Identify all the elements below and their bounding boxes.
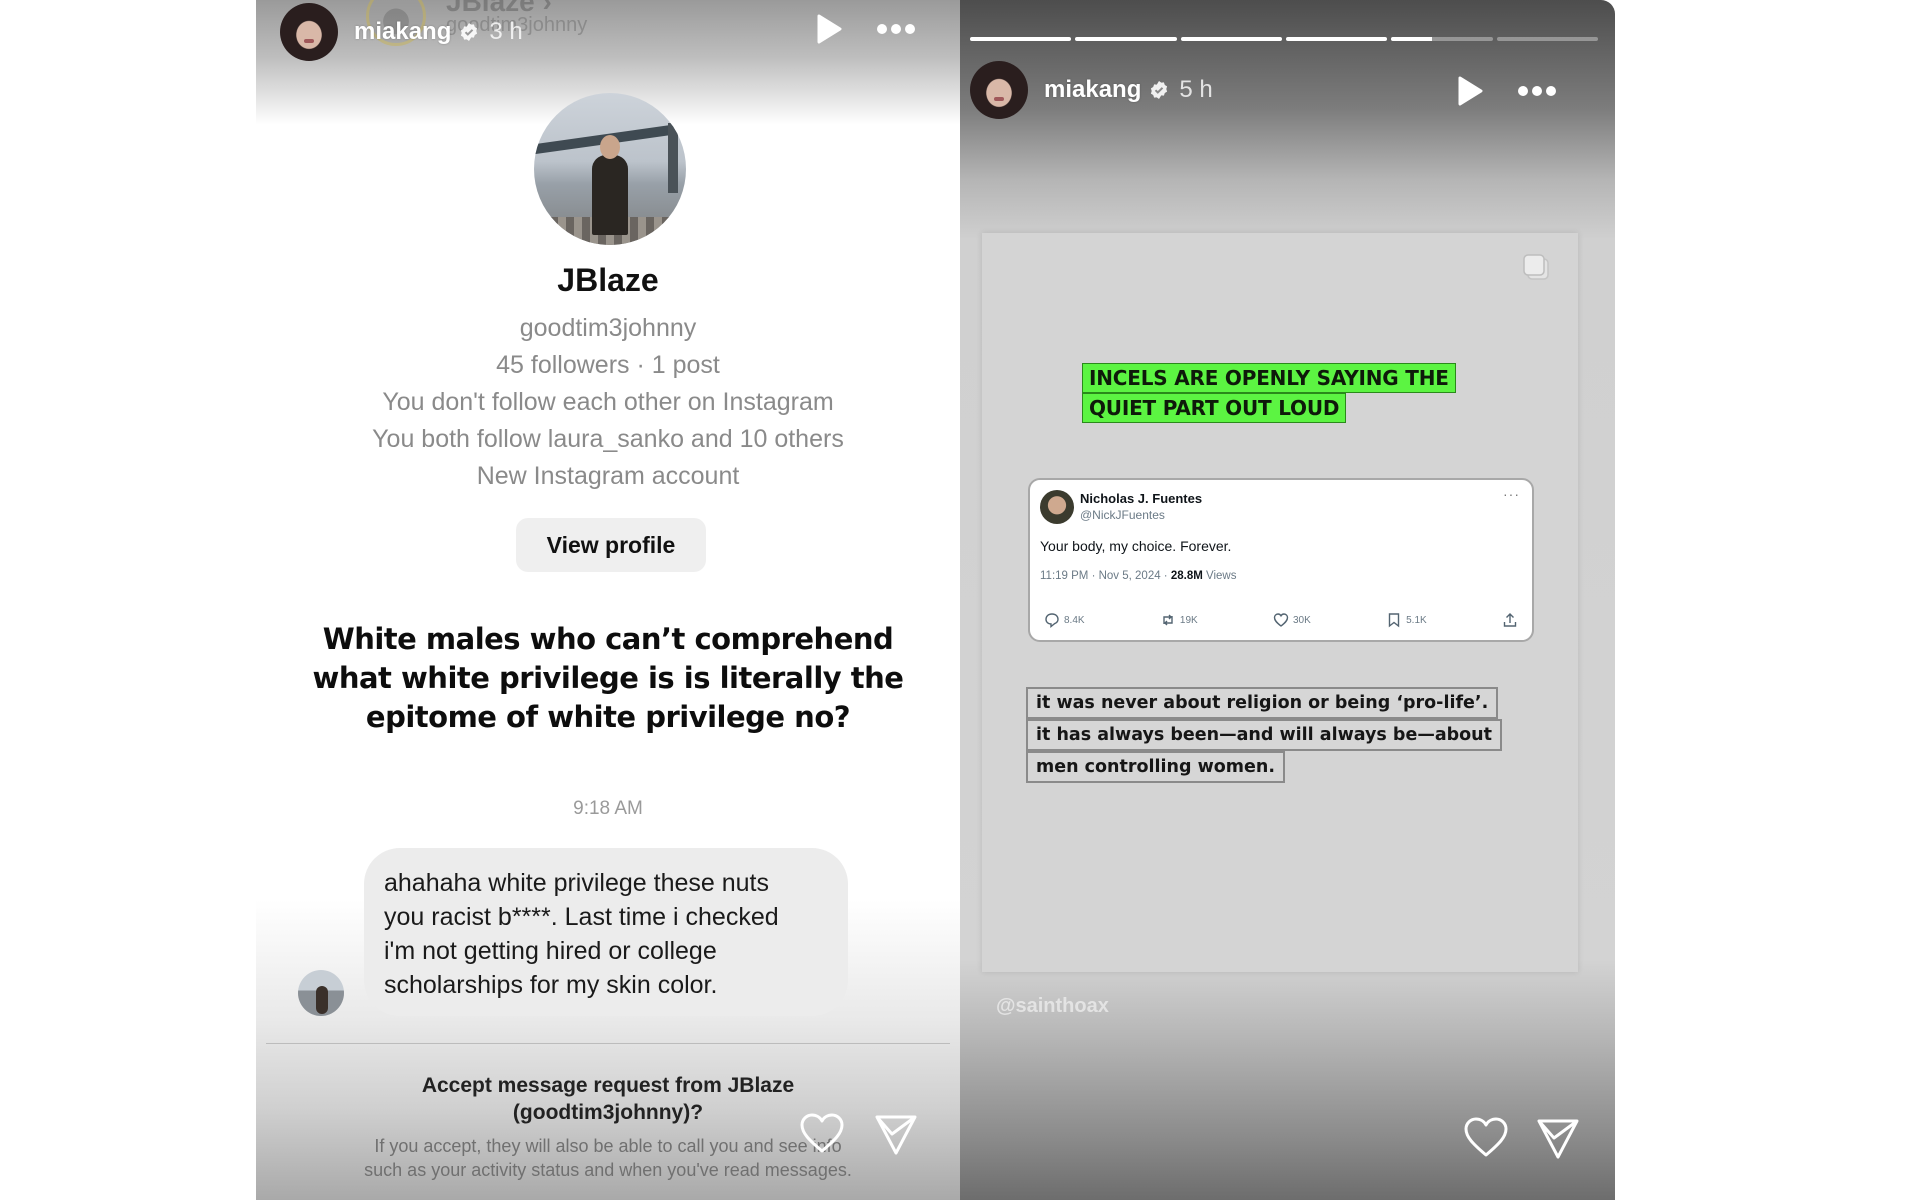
post-caption: it was never about religion or being ‘pr… bbox=[1026, 687, 1502, 783]
repost-count: 19K bbox=[1179, 614, 1198, 626]
story-timestamp: 3 h bbox=[489, 18, 523, 45]
progress-fill bbox=[1391, 37, 1432, 41]
send-icon[interactable] bbox=[874, 1114, 918, 1156]
progress-segment bbox=[1391, 37, 1493, 41]
message-line: i'm not getting hired or college bbox=[384, 937, 717, 965]
progress-fill bbox=[1180, 37, 1282, 41]
profile-username: goodtim3johnny bbox=[519, 314, 697, 342]
message-bubble: ahahaha white privilege these nuts you r… bbox=[364, 848, 848, 1016]
progress-segment bbox=[1496, 37, 1598, 41]
tweet-author-handle: @NickJFuentes bbox=[1080, 508, 1165, 522]
verified-badge-icon bbox=[1151, 81, 1168, 99]
message-line: you racist b****. Last time i checked bbox=[384, 903, 779, 931]
verified-badge-icon bbox=[461, 23, 478, 41]
progress-fill bbox=[1075, 37, 1177, 41]
tweet-share bbox=[1502, 612, 1518, 628]
progress-segment bbox=[1180, 37, 1282, 41]
heart-icon[interactable] bbox=[799, 1112, 845, 1154]
profile-display-name: JBlaze bbox=[557, 262, 659, 298]
story-timestamp: 5 h bbox=[1179, 76, 1213, 103]
tweet-text: Your body, my choice. Forever. bbox=[1040, 538, 1232, 554]
progress-segment bbox=[1285, 37, 1388, 41]
tweet-avatar bbox=[1040, 490, 1074, 524]
tweet-views-count: 28.8M bbox=[1170, 570, 1203, 582]
story-username[interactable]: miakang bbox=[1044, 76, 1141, 104]
accept-title-line: Accept message request from JBlaze bbox=[421, 1074, 795, 1097]
like-icon bbox=[1273, 613, 1289, 627]
headline-line: INCELS ARE OPENLY SAYING THE bbox=[1082, 363, 1456, 393]
message-timestamp: 9:18 AM bbox=[573, 798, 643, 819]
story-username[interactable]: miakang bbox=[354, 18, 451, 46]
embedded-tweet: Nicholas J. Fuentes @NickJFuentes ··· Yo… bbox=[1028, 478, 1534, 642]
shared-quote: White males who can’t comprehend what wh… bbox=[312, 622, 904, 734]
profile-avatar[interactable] bbox=[534, 93, 686, 245]
follow-status: You don't follow each other on Instagram bbox=[382, 388, 834, 416]
story-header: miakang 3 h bbox=[280, 2, 523, 62]
send-icon[interactable] bbox=[1536, 1118, 1580, 1160]
divider bbox=[266, 1043, 950, 1044]
caption-line: it was never about religion or being ‘pr… bbox=[1026, 687, 1499, 719]
message-line: scholarships for my skin color. bbox=[384, 971, 718, 999]
tweet-meta: 11:19 PM · Nov 5, 2024 · 28.8M Views bbox=[1040, 570, 1236, 582]
sender-avatar[interactable] bbox=[298, 970, 344, 1016]
profile-info: goodtim3johnny 45 followers · 1 post You… bbox=[256, 310, 960, 495]
bookmark-icon bbox=[1388, 613, 1400, 628]
tweet-views-label: Views bbox=[1202, 570, 1237, 582]
story-left: JBlaze › goodtim3johnny miakang 3 h JBla… bbox=[256, 0, 960, 1200]
bookmark-count: 5.1K bbox=[1406, 614, 1427, 626]
more-icon[interactable] bbox=[1517, 85, 1557, 97]
account-note: New Instagram account bbox=[476, 462, 740, 490]
source-watermark: @sainthoax bbox=[996, 995, 1109, 1017]
story-right: miakang 5 h INCELS ARE OPENLY SAYING THE… bbox=[960, 0, 1615, 1200]
view-profile-button[interactable]: View profile bbox=[516, 518, 706, 572]
like-count: 30K bbox=[1293, 614, 1311, 626]
post-headline: INCELS ARE OPENLY SAYING THE QUIET PART … bbox=[1082, 363, 1456, 423]
tweet-likes: 30K bbox=[1273, 612, 1311, 628]
shared-post[interactable]: INCELS ARE OPENLY SAYING THE QUIET PART … bbox=[982, 233, 1578, 972]
headline-line: QUIET PART OUT LOUD bbox=[1082, 393, 1347, 423]
tweet-timestamp: 11:19 PM · Nov 5, 2024 · bbox=[1040, 570, 1171, 582]
reply-icon bbox=[1045, 613, 1059, 628]
story-controls bbox=[816, 14, 916, 44]
tweet-stats: 8.4K 19K 30K 5.1K bbox=[1044, 612, 1518, 628]
progress-segment bbox=[1075, 37, 1177, 41]
tweet-replies: 8.4K bbox=[1044, 612, 1085, 628]
progress-fill bbox=[1285, 37, 1388, 41]
more-icon[interactable] bbox=[876, 23, 916, 35]
mutual-followers: You both follow laura_sanko and 10 other… bbox=[372, 425, 844, 453]
story-progress bbox=[970, 37, 1598, 41]
play-icon[interactable] bbox=[816, 14, 842, 44]
progress-fill bbox=[970, 37, 1072, 41]
accept-note-line: such as your activity status and when yo… bbox=[364, 1160, 852, 1180]
story-controls bbox=[1457, 76, 1557, 106]
tweet-bookmarks: 5.1K bbox=[1386, 612, 1427, 628]
message-line: ahahaha white privilege these nuts bbox=[384, 869, 769, 897]
avatar[interactable] bbox=[970, 61, 1028, 119]
carousel-icon bbox=[1523, 254, 1549, 280]
share-icon bbox=[1503, 613, 1517, 627]
progress-segment bbox=[970, 37, 1072, 41]
heart-icon[interactable] bbox=[1463, 1116, 1509, 1158]
profile-stats: 45 followers · 1 post bbox=[496, 351, 720, 379]
repost-icon bbox=[1163, 614, 1173, 626]
caption-line: men controlling women. bbox=[1026, 751, 1286, 783]
story-header: miakang 5 h bbox=[970, 60, 1213, 120]
tweet-author-name: Nicholas J. Fuentes bbox=[1080, 491, 1203, 506]
tweet-reposts: 19K bbox=[1160, 612, 1198, 628]
avatar[interactable] bbox=[280, 3, 338, 61]
reply-count: 8.4K bbox=[1064, 614, 1085, 626]
play-icon[interactable] bbox=[1457, 76, 1483, 106]
tweet-more-icon: ··· bbox=[1503, 486, 1520, 502]
caption-line: it has always been—and will always be—ab… bbox=[1026, 719, 1502, 751]
